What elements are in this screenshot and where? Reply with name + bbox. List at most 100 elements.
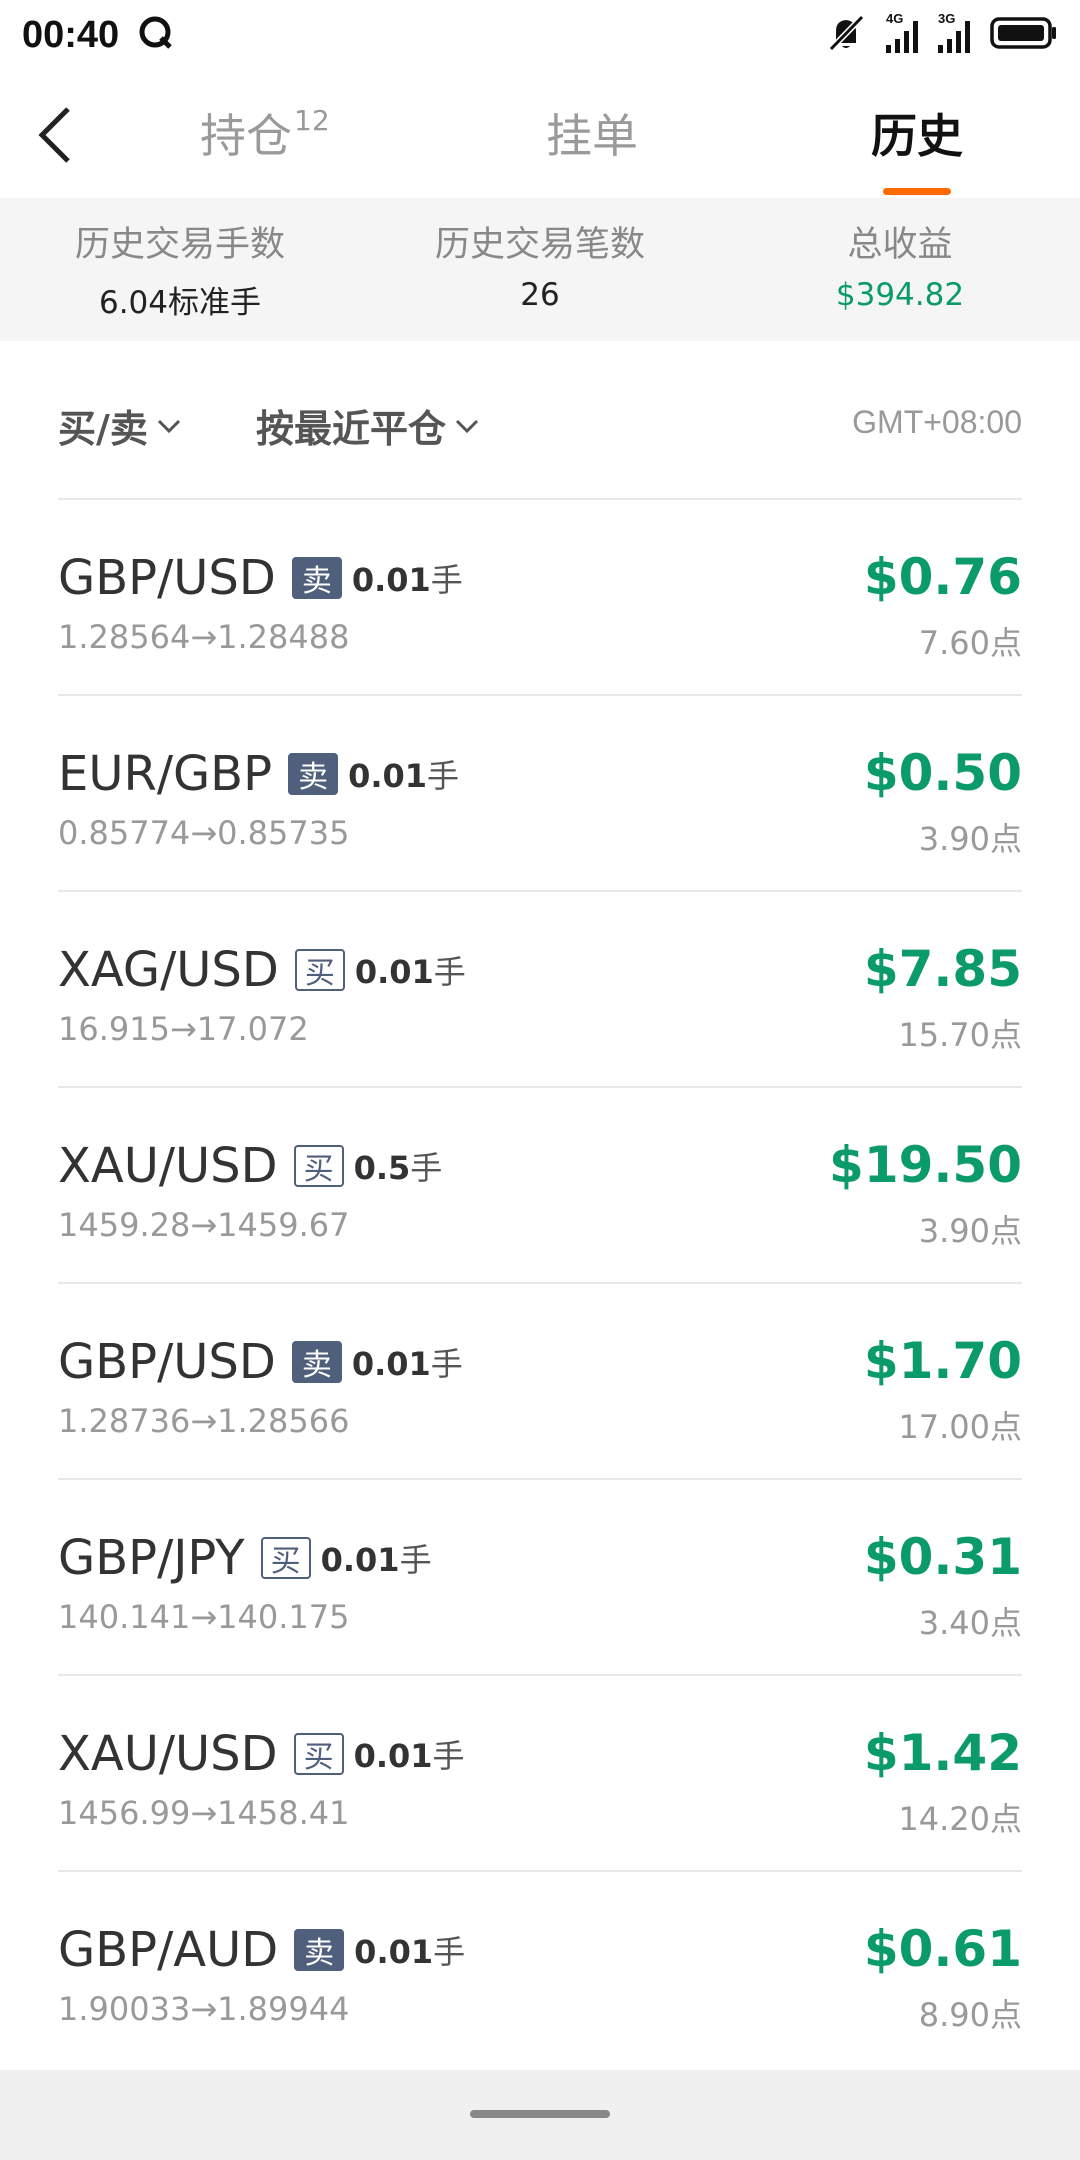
summary-lots: 历史交易手数 6.04标准手 — [30, 216, 330, 322]
trade-symbol: XAU/USD — [58, 1138, 278, 1194]
trade-lot: 0.01 — [351, 561, 431, 599]
summary-lots-value: 6.04标准手 — [98, 285, 262, 321]
status-time: 00:40 — [22, 13, 120, 56]
tab-positions[interactable]: 持仓12 — [200, 100, 330, 170]
trade-points: 15.70点 — [898, 1016, 1022, 1054]
side-tag: 卖 — [288, 753, 339, 795]
app-notification-icon — [137, 14, 175, 56]
system-nav-bar — [0, 2070, 1080, 2160]
trade-points: 14.20点 — [898, 1800, 1022, 1838]
trade-lot: 0.5 — [353, 1149, 411, 1187]
summary-profit-value: $394.82 — [835, 277, 965, 313]
tab-history[interactable]: 历史 — [871, 100, 963, 170]
home-indicator[interactable] — [470, 2110, 610, 2118]
active-tab-indicator — [883, 188, 951, 195]
signal-4g-icon: 4G — [886, 11, 918, 53]
trade-profit: $0.61 — [863, 1920, 1022, 1978]
trade-profit: $7.85 — [863, 940, 1022, 998]
sort-filter-label: 按最近平仓 — [256, 407, 447, 451]
trade-profit: $1.70 — [863, 1332, 1022, 1390]
summary-trades-value: 26 — [520, 277, 560, 313]
trade-profit: $19.50 — [829, 1136, 1022, 1194]
trade-row[interactable]: GBP/USD 卖 0.01手 1.28564→1.28488 $0.76 7.60… — [58, 500, 1022, 696]
back-button[interactable] — [26, 100, 86, 170]
trade-prices: 16.915→17.072 — [58, 1010, 309, 1048]
trade-lot-unit: 手 — [399, 1541, 432, 1579]
trade-lot: 0.01 — [353, 1737, 433, 1775]
trade-prices: 1.90033→1.89944 — [58, 1990, 350, 2028]
trade-prices: 1.28564→1.28488 — [58, 618, 350, 656]
history-summary: 历史交易手数 6.04标准手 历史交易笔数 26 总收益 $394.82 — [0, 198, 1080, 341]
trade-symbol: GBP/JPY — [58, 1530, 245, 1586]
summary-profit: 总收益 $394.82 — [750, 216, 1050, 313]
trade-symbol: EUR/GBP — [58, 746, 273, 802]
side-tag: 卖 — [291, 1341, 342, 1383]
mute-bell-icon — [826, 13, 866, 57]
trade-profit: $0.31 — [863, 1528, 1022, 1586]
trade-points: 17.00点 — [898, 1408, 1022, 1446]
trade-lot-unit: 手 — [433, 1933, 466, 1971]
signal-3g-label: 3G — [938, 11, 956, 26]
header: 持仓12 挂单 历史 — [0, 70, 1080, 198]
trade-points: 3.90点 — [918, 1212, 1022, 1250]
trade-lot-unit: 手 — [432, 1737, 465, 1775]
timezone-label: GMT+08:00 — [852, 404, 1022, 440]
filter-bar: 买/卖 按最近平仓 GMT+08:00 — [58, 380, 1022, 500]
battery-icon — [990, 16, 1058, 54]
chevron-down-icon — [455, 419, 479, 433]
trade-points: 7.60点 — [918, 624, 1022, 662]
trade-prices: 1459.28→1459.67 — [58, 1206, 350, 1244]
trade-symbol: GBP/USD — [58, 550, 276, 606]
trade-symbol: GBP/AUD — [58, 1922, 279, 1978]
trade-profit: $0.76 — [863, 548, 1022, 606]
trade-lot: 0.01 — [348, 757, 428, 795]
trade-row[interactable]: GBP/JPY 买 0.01手 140.141→140.175 $0.31 3.40… — [58, 1480, 1022, 1676]
positions-count: 12 — [294, 104, 330, 137]
trade-row[interactable]: XAG/USD 买 0.01手 16.915→17.072 $7.85 15.70点 — [58, 892, 1022, 1088]
trade-prices: 140.141→140.175 — [58, 1598, 350, 1636]
trade-history-list: GBP/USD 卖 0.01手 1.28564→1.28488 $0.76 7.60… — [58, 500, 1022, 2068]
summary-trades-label: 历史交易笔数 — [434, 225, 645, 265]
chevron-down-icon — [157, 419, 180, 433]
side-filter-label: 买/卖 — [58, 407, 148, 451]
trade-lot-unit: 手 — [427, 757, 460, 795]
side-tag: 卖 — [291, 557, 342, 599]
trade-row[interactable]: GBP/USD 卖 0.01手 1.28736→1.28566 $1.70 17.0… — [58, 1284, 1022, 1480]
chevron-left-icon — [38, 107, 70, 163]
trade-symbol: XAU/USD — [58, 1726, 278, 1782]
trade-row[interactable]: EUR/GBP 卖 0.01手 0.85774→0.85735 $0.50 3.90… — [58, 696, 1022, 892]
summary-trades: 历史交易笔数 26 — [390, 216, 690, 313]
tab-history-label: 历史 — [871, 109, 963, 163]
trade-lot-unit: 手 — [410, 1149, 443, 1187]
trade-lot-unit: 手 — [433, 953, 466, 991]
trade-profit: $0.50 — [863, 744, 1022, 802]
trade-prices: 1456.99→1458.41 — [58, 1794, 350, 1832]
summary-profit-label: 总收益 — [847, 225, 953, 265]
trade-points: 8.90点 — [918, 1996, 1022, 2034]
trade-row[interactable]: XAU/USD 买 0.5手 1459.28→1459.67 $19.50 3.90… — [58, 1088, 1022, 1284]
trade-lot: 0.01 — [320, 1541, 400, 1579]
status-bar: 00:40 4G 3G — [0, 0, 1080, 70]
signal-3g-icon: 3G — [938, 11, 970, 53]
tab-orders-label: 挂单 — [546, 109, 638, 163]
side-filter-dropdown[interactable]: 买/卖 — [58, 398, 182, 453]
side-tag: 卖 — [294, 1929, 345, 1971]
trade-lot: 0.01 — [354, 1933, 434, 1971]
trade-lot-unit: 手 — [430, 1345, 463, 1383]
tab-positions-label: 持仓 — [200, 109, 292, 163]
summary-lots-label: 历史交易手数 — [74, 225, 285, 265]
trade-row[interactable]: XAU/USD 买 0.01手 1456.99→1458.41 $1.42 14.2… — [58, 1676, 1022, 1872]
trade-points: 3.90点 — [918, 820, 1022, 858]
signal-4g-label: 4G — [886, 11, 904, 26]
tab-orders[interactable]: 挂单 — [546, 100, 638, 170]
side-tag: 买 — [260, 1537, 311, 1579]
sort-filter-dropdown[interactable]: 按最近平仓 — [256, 398, 480, 453]
trade-symbol: GBP/USD — [58, 1334, 276, 1390]
trade-profit: $1.42 — [863, 1724, 1022, 1782]
side-tag: 买 — [293, 1733, 344, 1775]
trade-row[interactable]: GBP/AUD 卖 0.01手 1.90033→1.89944 $0.61 8.90… — [58, 1872, 1022, 2068]
side-tag: 买 — [294, 949, 345, 991]
trade-lot: 0.01 — [351, 1345, 431, 1383]
side-tag: 买 — [293, 1145, 344, 1187]
trade-prices: 1.28736→1.28566 — [58, 1402, 350, 1440]
